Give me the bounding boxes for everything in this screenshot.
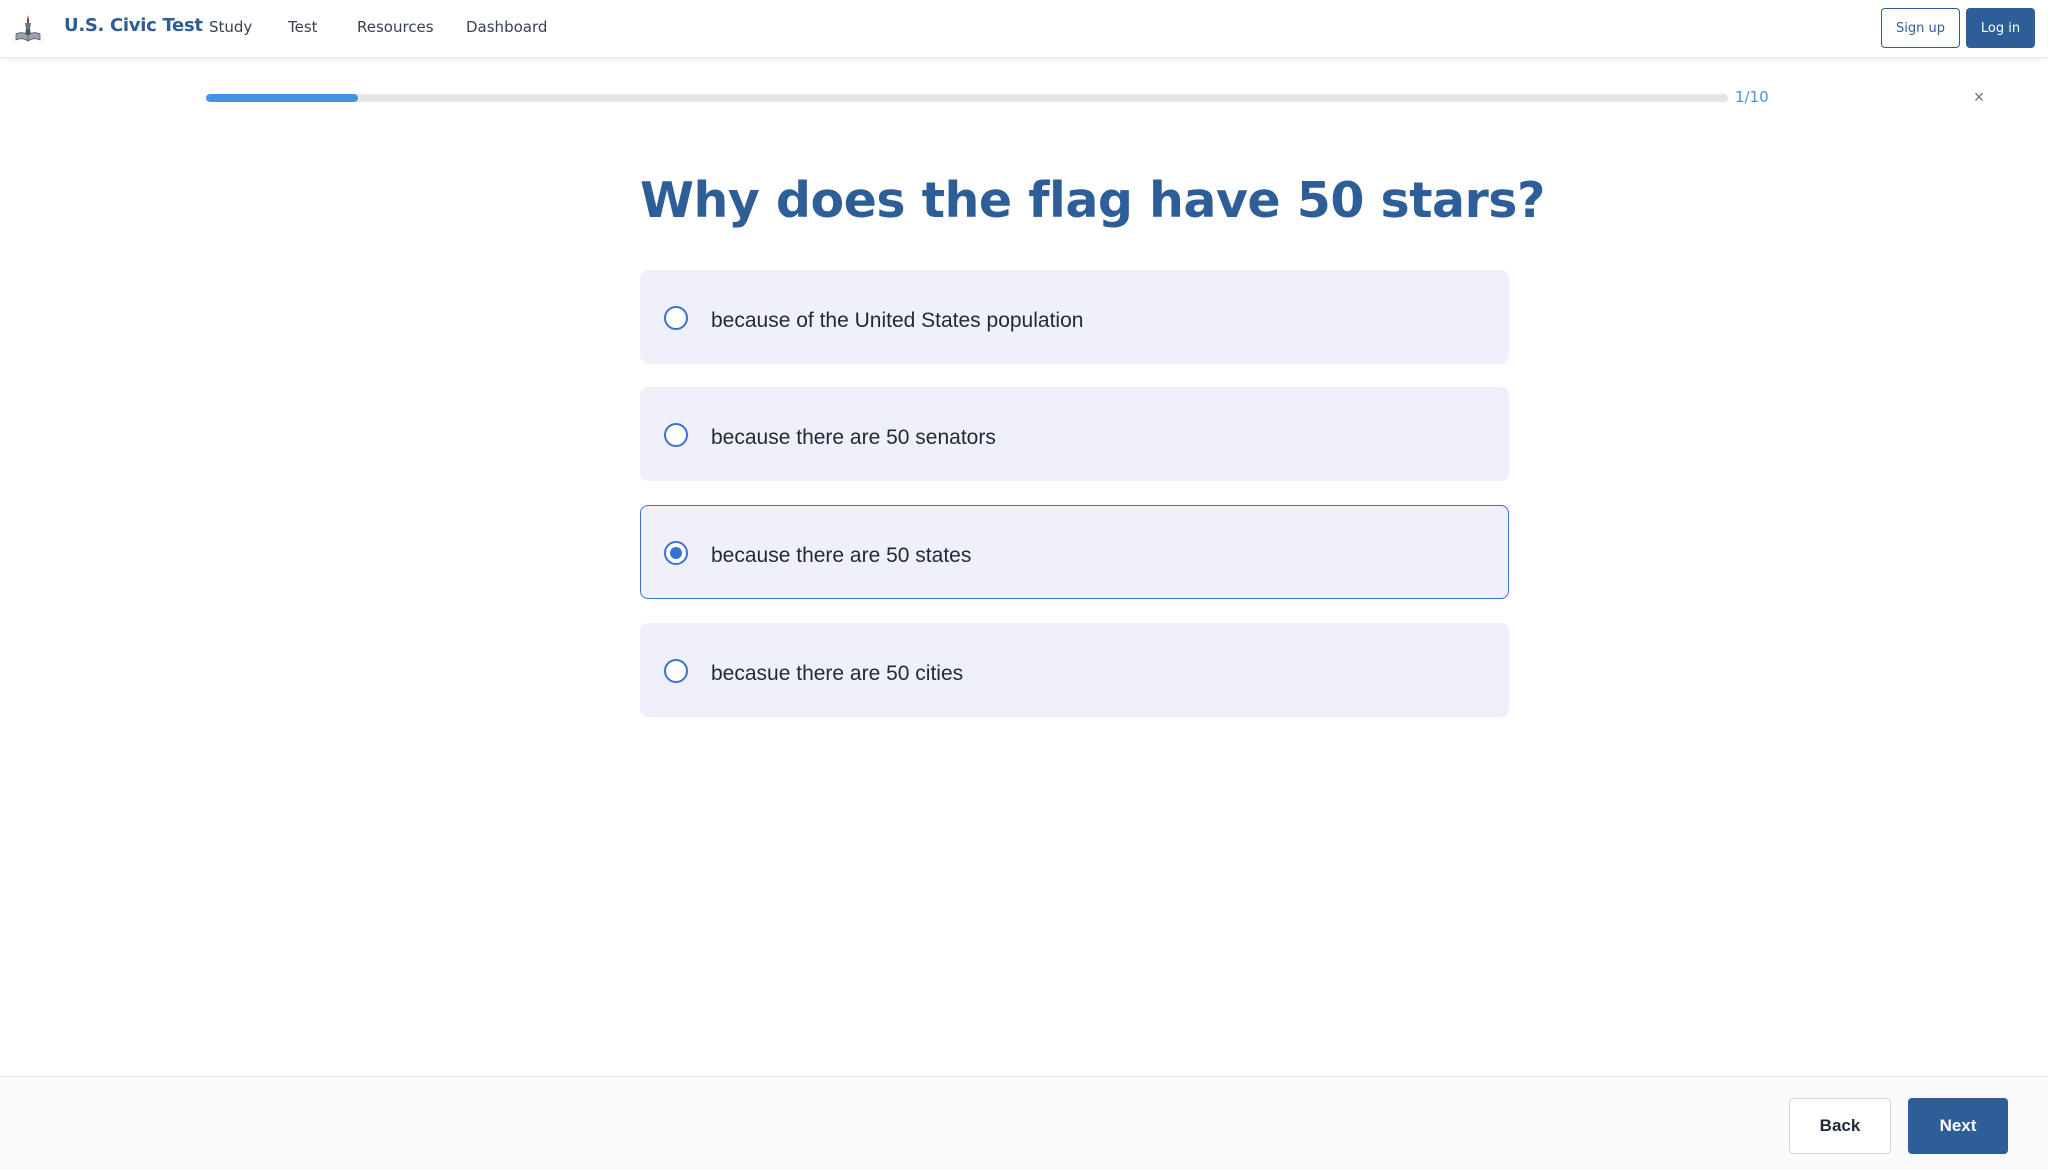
nav-link-test[interactable]: Test [288, 18, 318, 36]
nav-link-resources[interactable]: Resources [357, 18, 434, 36]
quiz-progress-bar [206, 94, 1728, 102]
answer-option-label: because there are 50 senators [711, 426, 996, 449]
radio-button[interactable] [664, 659, 688, 683]
progress-counter: 1/10 [1735, 88, 1769, 106]
login-button[interactable]: Log in [1966, 8, 2035, 48]
brand-name[interactable]: U.S. Civic Test [64, 15, 203, 36]
radio-button[interactable] [664, 306, 688, 330]
answer-option-label: becasue there are 50 cities [711, 662, 964, 685]
radio-button[interactable] [664, 423, 688, 447]
answer-option-label: because of the United States population [711, 309, 1084, 332]
quiz-progress-fill [206, 94, 359, 102]
signup-button[interactable]: Sign up [1881, 8, 1960, 48]
answer-option[interactable]: because of the United States population [640, 270, 1509, 364]
next-button[interactable]: Next [1908, 1098, 2008, 1154]
quiz-footer: Back Next [0, 1076, 2048, 1170]
top-navbar: U.S. Civic Test Study Test Resources Das… [0, 0, 2048, 58]
nav-link-study[interactable]: Study [209, 18, 252, 36]
question-title: Why does the flag have 50 stars? [640, 172, 1545, 229]
liberty-book-icon[interactable] [14, 13, 42, 43]
answer-option-label: because there are 50 states [711, 544, 972, 567]
answer-option[interactable]: because there are 50 senators [640, 387, 1509, 481]
close-icon[interactable]: × [1969, 86, 1989, 108]
back-button[interactable]: Back [1789, 1098, 1891, 1154]
radio-button[interactable] [664, 541, 688, 565]
nav-link-dashboard[interactable]: Dashboard [466, 18, 547, 36]
radio-dot [670, 547, 682, 559]
answer-option[interactable]: because there are 50 states [640, 505, 1509, 599]
answer-option[interactable]: becasue there are 50 cities [640, 623, 1509, 717]
